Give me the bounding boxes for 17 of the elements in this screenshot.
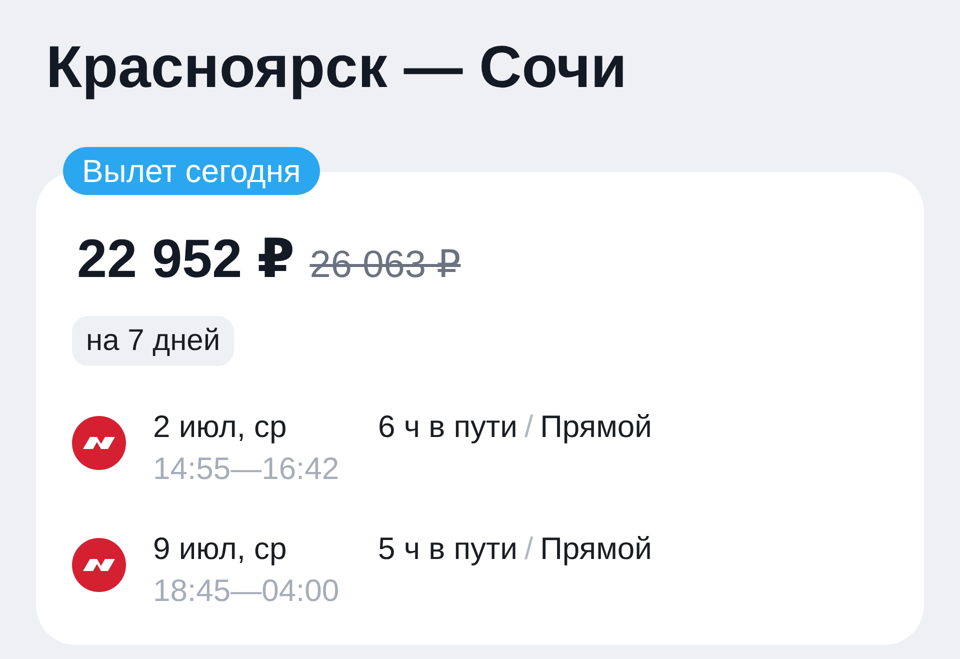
trip-length-chip: на 7 дней xyxy=(72,316,234,366)
flight-date: 2 июл, ср xyxy=(153,408,288,446)
flight-date: 9 июл, ср xyxy=(153,530,288,568)
flight-times: 14:55—16:42 xyxy=(153,450,340,488)
airline-logo-icon xyxy=(72,416,126,470)
departure-badge: Вылет сегодня xyxy=(63,147,320,195)
route-title: Красноярск — Сочи xyxy=(46,33,627,102)
airline-logo-icon xyxy=(72,538,126,592)
flight-times: 18:45—04:00 xyxy=(153,572,340,610)
old-price: 26 063 ₽ xyxy=(310,243,461,287)
price: 22 952 ₽ xyxy=(77,229,295,289)
flight-duration: 6 ч в пути xyxy=(378,408,518,446)
separator: / xyxy=(524,530,534,568)
separator: / xyxy=(524,408,534,446)
stops-label: Прямой xyxy=(540,530,652,568)
flight-duration: 5 ч в пути xyxy=(378,530,518,568)
stops-label: Прямой xyxy=(540,408,652,446)
